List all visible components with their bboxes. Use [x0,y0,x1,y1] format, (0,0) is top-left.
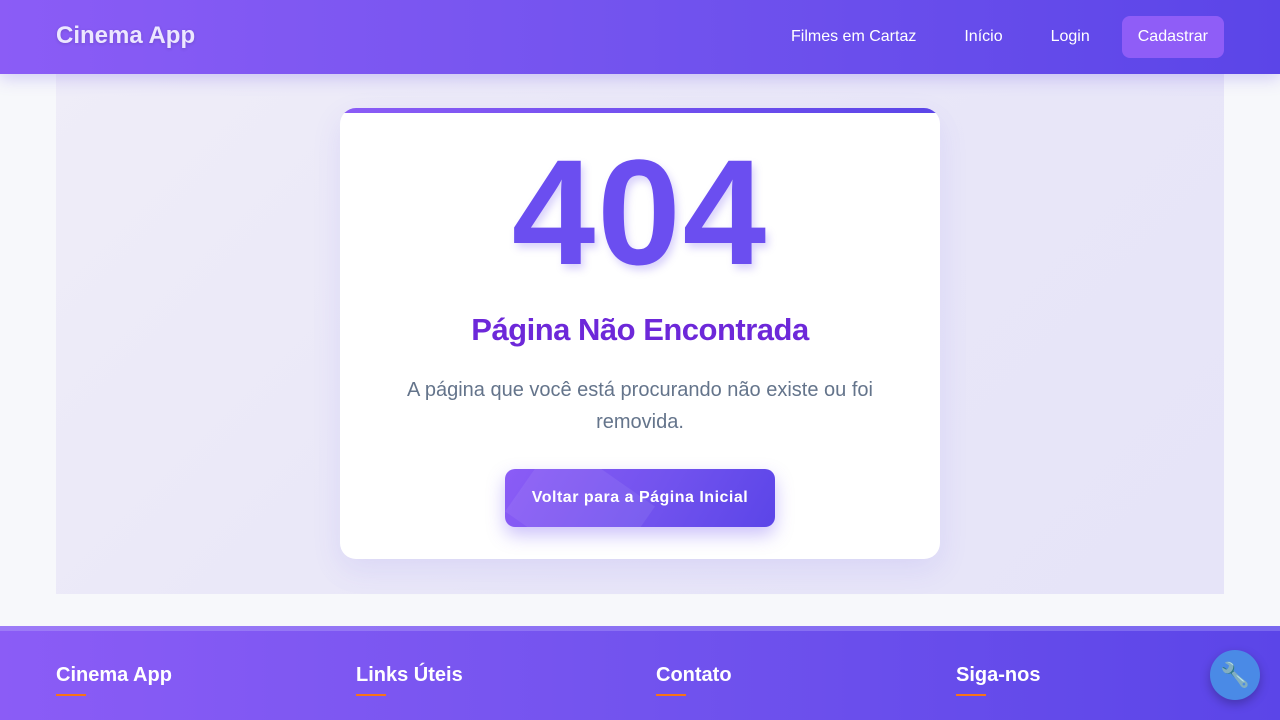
heading-underline [656,694,686,696]
brand-logo[interactable]: Cinema App [56,22,195,50]
footer-heading: Links Úteis [356,664,463,686]
footer-col-contact: Contato [656,663,732,696]
error-message: A página que você está procurando não ex… [407,379,873,433]
error-code: 404 [511,128,769,296]
nav-filmes-em-cartaz[interactable]: Filmes em Cartaz [775,16,932,58]
footer-heading: Siga-nos [956,664,1041,686]
main-nav: Filmes em Cartaz Início Login Cadastrar [759,16,1224,58]
site-header: Cinema App Filmes em Cartaz Início Login… [0,0,1280,74]
heading-underline [356,694,386,696]
footer-heading: Contato [656,664,732,686]
footer-col-brand: Cinema App [56,663,172,696]
nav-cadastrar-button[interactable]: Cadastrar [1121,16,1224,58]
footer-heading: Cinema App [56,664,172,686]
nav-inicio[interactable]: Início [948,16,1018,58]
nav-login[interactable]: Login [1035,16,1106,58]
heading-underline [56,694,86,696]
card-top-accent [340,108,940,113]
error-title: Página Não Encontrada [471,312,809,347]
back-home-button[interactable]: Voltar para a Página Inicial [505,469,775,527]
footer-col-links: Links Úteis [356,663,463,696]
footer-col-social: Siga-nos [956,663,1040,696]
wrench-icon[interactable]: 🔧 [1210,650,1260,700]
site-footer: Cinema App Links Úteis Contato Siga-nos [0,626,1280,720]
heading-underline [956,694,986,696]
